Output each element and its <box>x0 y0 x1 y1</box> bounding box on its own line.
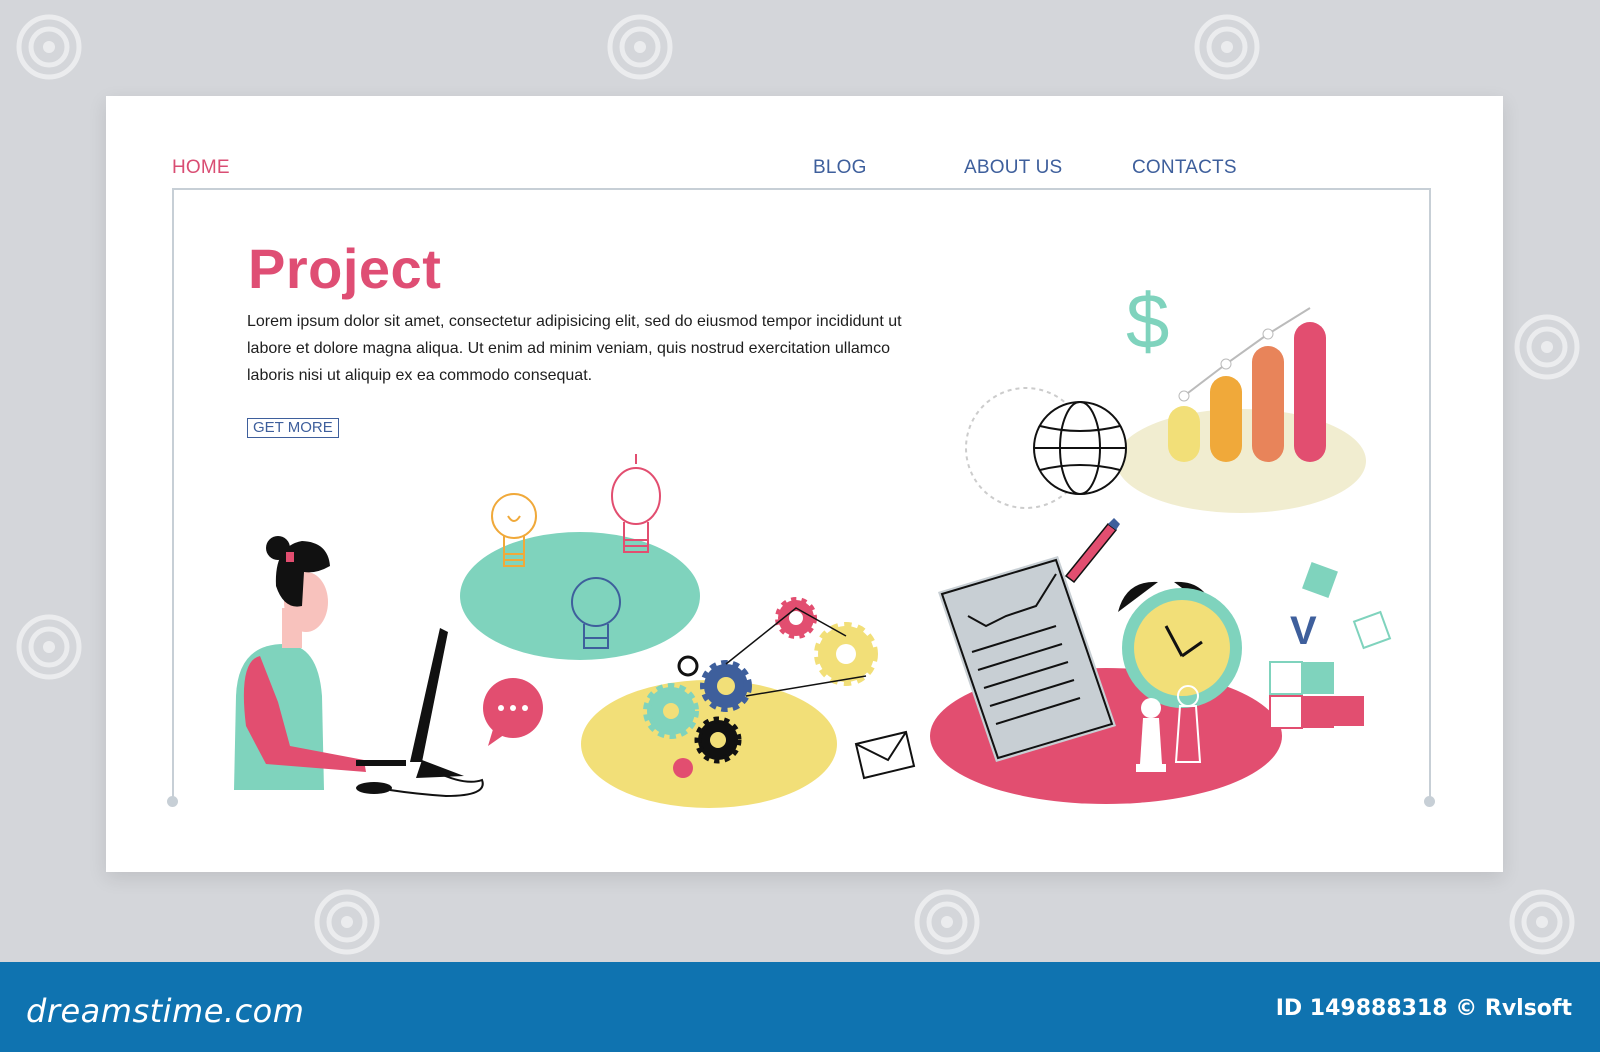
dollar-icon: $ <box>1126 277 1169 365</box>
puzzle-icon <box>1269 562 1392 729</box>
watermark-spiral-icon <box>914 889 980 955</box>
watermark-spiral-icon <box>1514 314 1580 380</box>
image-id-credit: ID 149888318 © Rvlsoft <box>1275 996 1572 1021</box>
watermark-spiral-icon <box>607 14 673 80</box>
illustration: V $ <box>234 277 1392 808</box>
watermark-spiral-icon <box>16 614 82 680</box>
woman-at-computer-icon <box>234 536 484 798</box>
landing-page-card: HOME BLOG ABOUT US CONTACTS Project Lore… <box>106 96 1503 872</box>
dreamstime-logo: dreamstime.com <box>26 992 305 1030</box>
globe-icon <box>965 387 1127 509</box>
watermark-footer: dreamstime.com ID 149888318 © Rvlsoft <box>0 962 1600 1052</box>
mint-ellipse <box>460 532 700 660</box>
pencil-icon <box>1064 518 1120 584</box>
watermark-spiral-icon <box>314 889 380 955</box>
watermark-spiral-icon <box>1194 14 1260 80</box>
speech-bubble-icon <box>483 678 543 746</box>
watermark-spiral-icon <box>16 14 82 80</box>
check-mark: V <box>1290 609 1317 653</box>
watermark-spiral-icon <box>1509 889 1575 955</box>
envelope-icon <box>854 730 916 780</box>
